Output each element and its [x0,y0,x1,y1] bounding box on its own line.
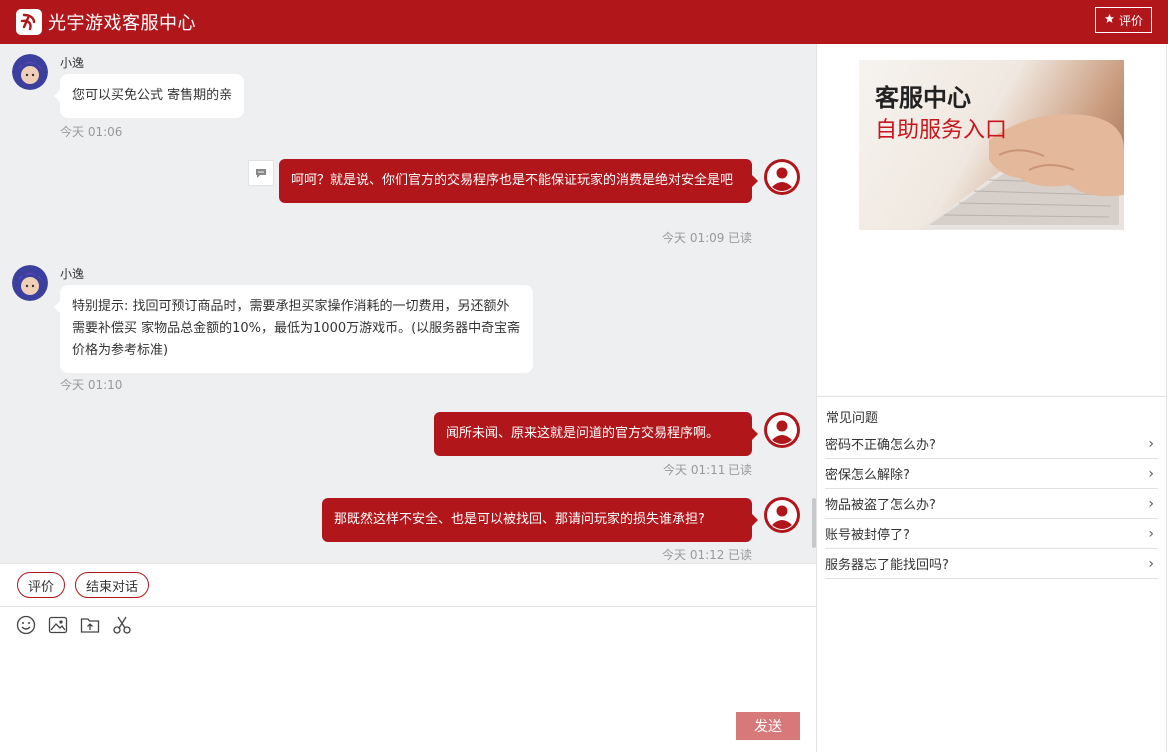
faq-divider [817,396,1166,397]
read-status: 已读 [728,548,753,562]
emoji-icon[interactable] [16,615,36,635]
faq-item-label: 密码不正确怎么办? [825,438,936,453]
user-message: 闻所未闻、原来这就是问道的官方交易程序啊。 [434,412,758,456]
rate-button[interactable]: 评价 [17,572,66,598]
faq-item-label: 密保怎么解除? [825,468,910,483]
folder-upload-icon[interactable] [80,615,100,635]
app-title: 光宇游戏客服中心 [48,13,196,34]
agent-avatar-icon [12,265,48,301]
user-message: 那既然这样不安全、也是可以被找回、那请问玩家的损失谁承担? [322,498,758,542]
user-avatar-icon [764,412,800,448]
banner-title: 客服中心 [875,84,971,112]
image-icon[interactable] [48,615,68,635]
faq-item[interactable]: 密保怎么解除? › [825,459,1158,489]
faq-item[interactable]: 物品被盗了怎么办? › [825,489,1158,519]
faq-item-label: 服务器忘了能找回吗? [825,558,949,573]
faq-item[interactable]: 账号被封停了? › [825,519,1158,549]
star-icon [1104,13,1115,27]
chat-pane[interactable]: 小逸 您可以买免公式 寄售期的亲 今天 01:06 呵呵？就是说、你们官方的交易… [0,44,816,563]
faq-item-label: 物品被盗了怎么办? [825,498,936,513]
pane-divider [816,44,817,752]
user-message: 呵呵？就是说、你们官方的交易程序也是不能保证玩家的消费是绝对安全是吧 [279,159,758,203]
action-bar: 评价 结束对话 [0,563,816,607]
message-time: 今天 01:11 [663,463,726,477]
message-time: 今天 01:10 [60,378,123,392]
faq-title: 常见问题 [826,411,879,426]
scissors-icon[interactable] [112,615,132,635]
rate-button-header[interactable]: 评价 [1094,7,1152,33]
message-time: 今天 01:06 [60,125,123,139]
agent-message: 特别提示: 找回可预订商品时，需要承担买家操作消耗的一切费用，另还额外需要补偿买… [54,285,533,373]
message-input[interactable] [0,640,816,710]
quote-icon[interactable] [248,160,274,186]
chevron-right-icon: › [1148,555,1154,572]
faq-item[interactable]: 服务器忘了能找回吗? › [825,549,1158,579]
logo-icon [16,9,42,35]
message-sender: 小逸 [60,267,85,281]
chevron-right-icon: › [1148,435,1154,452]
faq-item-label: 账号被封停了? [825,528,910,543]
pane-border [1166,44,1167,752]
app-header: 光宇游戏客服中心 评价 [0,0,1168,44]
chevron-right-icon: › [1148,525,1154,542]
read-status: 已读 [728,231,753,245]
banner-subtitle: 自助服务入口 [875,118,1008,143]
self-service-banner[interactable]: 客服中心 自助服务入口 [859,60,1124,230]
agent-avatar-icon [12,54,48,90]
message-sender: 小逸 [60,56,85,70]
user-avatar-icon [764,159,800,195]
rate-label: 评价 [1118,13,1143,28]
end-conversation-button[interactable]: 结束对话 [75,572,150,598]
message-time: 今天 01:12 [662,548,725,562]
chevron-right-icon: › [1148,495,1154,512]
user-avatar-icon [764,497,800,533]
send-button[interactable]: 发送 [736,712,800,740]
faq-item[interactable]: 密码不正确怎么办? › [825,429,1158,459]
read-status: 已读 [728,463,753,477]
agent-message: 您可以买免公式 寄售期的亲 [53,74,245,118]
message-time: 今天 01:09 [662,231,725,245]
chevron-right-icon: › [1148,465,1154,482]
